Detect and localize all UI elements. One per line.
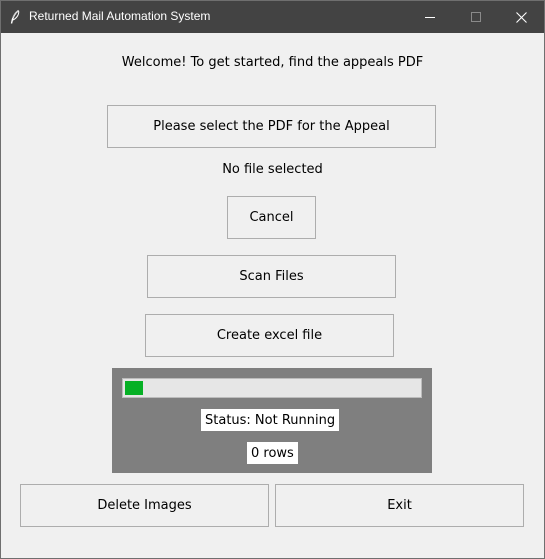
- title-bar[interactable]: Returned Mail Automation System: [1, 1, 544, 33]
- progress-panel: Status: Not Running 0 rows: [112, 368, 432, 473]
- feather-icon: [9, 9, 21, 25]
- welcome-text: Welcome! To get started, find the appeal…: [121, 55, 424, 70]
- window-title: Returned Mail Automation System: [29, 9, 211, 23]
- progress-bar: [122, 378, 422, 398]
- minimize-button[interactable]: [407, 1, 453, 33]
- create-excel-button[interactable]: Create excel file: [145, 314, 394, 357]
- close-button[interactable]: [498, 1, 544, 33]
- select-pdf-button[interactable]: Please select the PDF for the Appeal: [107, 105, 436, 148]
- cancel-button[interactable]: Cancel: [227, 196, 316, 239]
- app-window: Returned Mail Automation System Welcome!…: [0, 0, 545, 559]
- maximize-icon: [471, 12, 481, 22]
- rows-count-label: 0 rows: [247, 442, 298, 464]
- close-icon: [515, 11, 527, 23]
- exit-button[interactable]: Exit: [275, 484, 524, 527]
- maximize-button[interactable]: [453, 1, 499, 33]
- file-status-label: No file selected: [222, 162, 323, 177]
- status-label: Status: Not Running: [201, 409, 340, 431]
- delete-images-button[interactable]: Delete Images: [20, 484, 269, 527]
- progress-fill: [125, 381, 143, 395]
- minimize-icon: [425, 12, 435, 22]
- scan-files-button[interactable]: Scan Files: [147, 255, 396, 298]
